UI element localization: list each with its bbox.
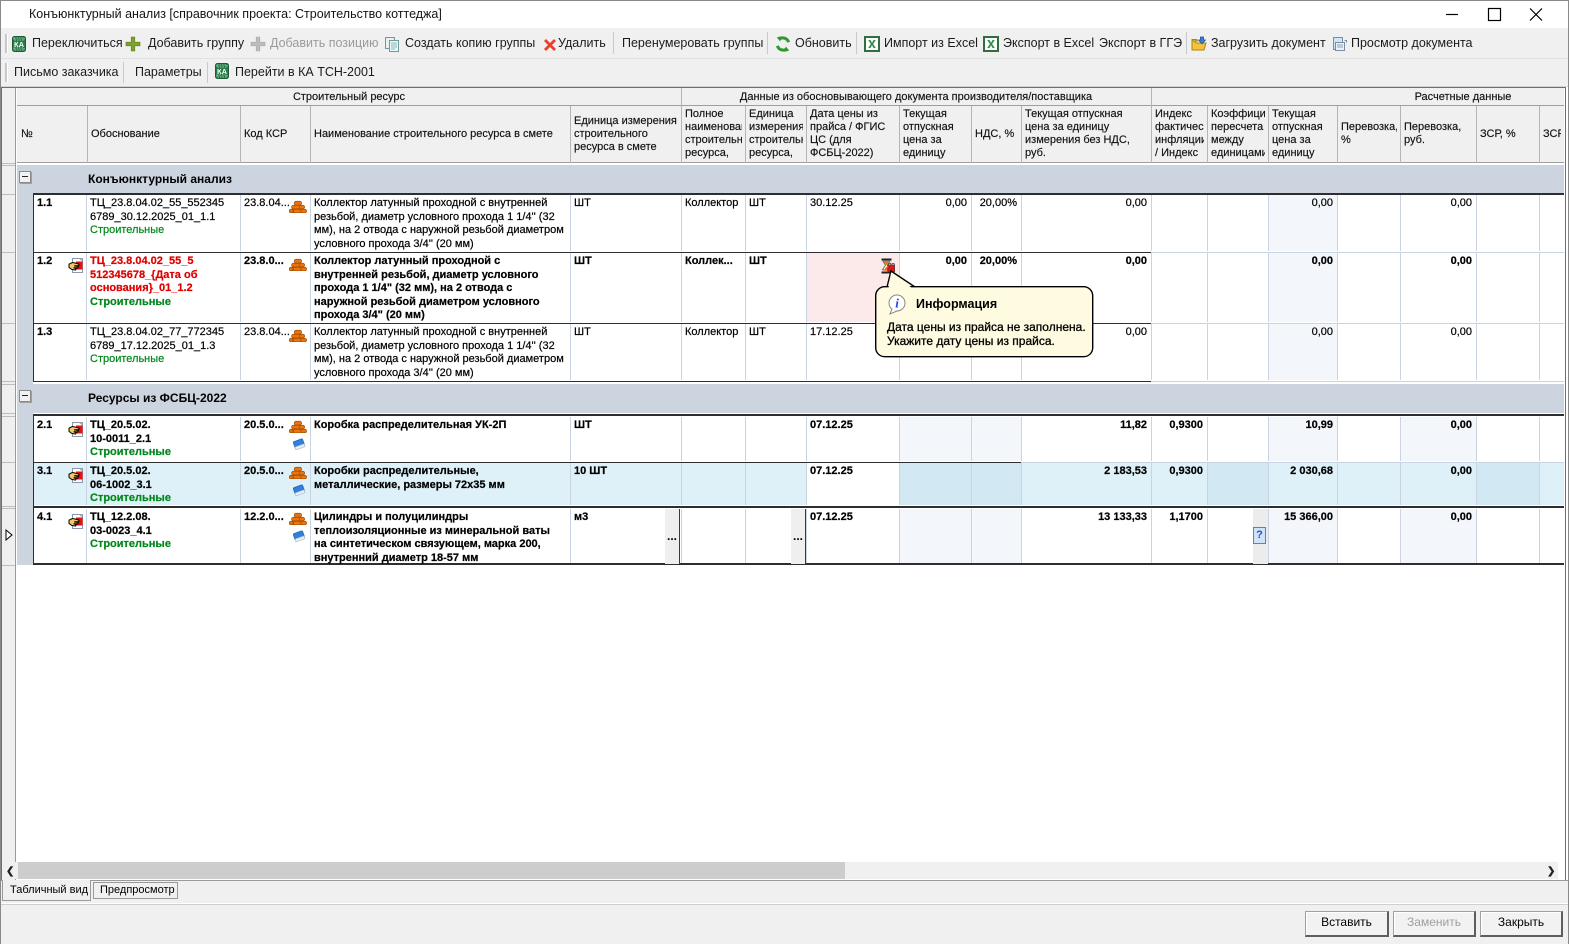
svg-text:i: i: [895, 296, 899, 311]
svg-text:КА: КА: [217, 67, 228, 76]
svg-text:КА: КА: [14, 40, 25, 49]
